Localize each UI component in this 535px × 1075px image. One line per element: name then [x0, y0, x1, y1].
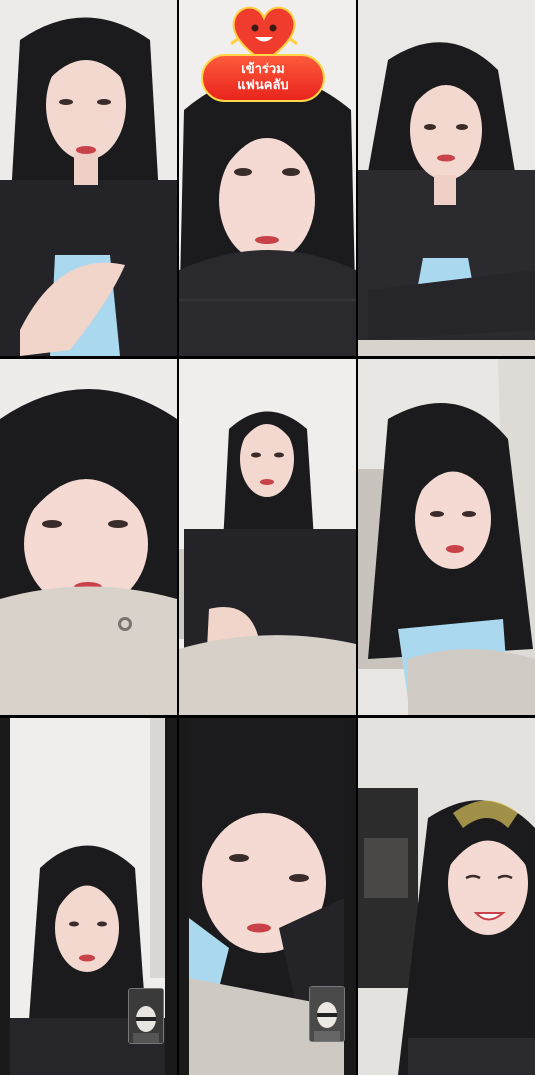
- video-tile-3[interactable]: [358, 0, 535, 356]
- video-tile-1[interactable]: [0, 0, 177, 356]
- pip-video-thumbnail[interactable]: [309, 986, 345, 1042]
- video-frame-grid: เข้าร่วม แฟนคลับ: [0, 0, 535, 1075]
- fan-club-label: เข้าร่วม แฟนคลับ: [201, 54, 325, 102]
- video-tile-4[interactable]: [0, 359, 177, 715]
- video-frame-icon: [179, 359, 356, 715]
- pip-video-thumbnail[interactable]: [128, 988, 164, 1044]
- video-frame-icon: [358, 718, 535, 1075]
- video-frame-icon: [0, 0, 177, 356]
- video-frame-icon: [0, 359, 177, 715]
- video-tile-8[interactable]: [179, 718, 356, 1075]
- fan-club-join-button[interactable]: เข้าร่วม แฟนคลับ: [199, 4, 329, 104]
- video-frame-icon: [358, 0, 535, 356]
- pip-frame-icon: [129, 989, 163, 1043]
- video-frame-icon: [358, 359, 535, 715]
- video-tile-7[interactable]: [0, 718, 177, 1075]
- pip-frame-icon: [310, 987, 344, 1041]
- video-tile-9[interactable]: [358, 718, 535, 1075]
- video-tile-5[interactable]: [179, 359, 356, 715]
- video-tile-2[interactable]: เข้าร่วม แฟนคลับ: [179, 0, 356, 356]
- fan-club-line-1: เข้าร่วม: [241, 62, 285, 77]
- fan-club-line-2: แฟนคลับ: [237, 78, 289, 93]
- video-tile-6[interactable]: [358, 359, 535, 715]
